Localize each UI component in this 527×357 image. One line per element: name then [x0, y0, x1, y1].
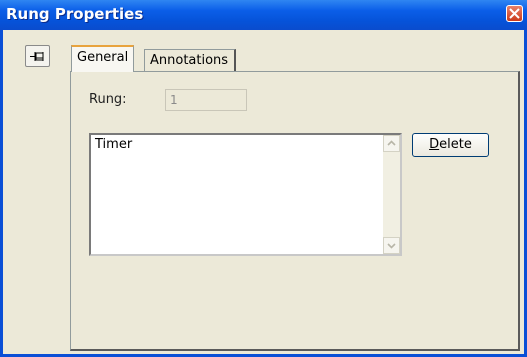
delete-button-mnemonic: D [429, 137, 440, 152]
dialog-window: Rung Properties General Annotations Rung… [0, 0, 527, 357]
list-item[interactable]: Timer [95, 137, 132, 152]
chevron-down-icon [387, 243, 396, 249]
title-bar[interactable]: Rung Properties [0, 0, 527, 30]
rung-number-field: 1 [165, 89, 247, 111]
delete-button[interactable]: Delete [412, 133, 489, 157]
pin-button[interactable] [25, 45, 50, 67]
vertical-scrollbar[interactable] [383, 135, 400, 254]
scroll-down-button[interactable] [383, 237, 400, 254]
scroll-up-button[interactable] [383, 135, 400, 152]
tab-general[interactable]: General [71, 45, 135, 72]
chevron-up-icon [387, 140, 396, 146]
close-icon [509, 8, 520, 19]
pin-icon [30, 52, 44, 61]
window-title: Rung Properties [6, 5, 144, 23]
delete-button-label: elete [439, 137, 472, 152]
dialog-client-area: General Annotations Rung: 1 Timer Delete [6, 30, 524, 354]
rung-items-listbox[interactable]: Timer [89, 133, 402, 256]
rung-label: Rung: [89, 92, 127, 107]
close-button[interactable] [506, 5, 523, 22]
tab-annotations[interactable]: Annotations [144, 49, 236, 73]
